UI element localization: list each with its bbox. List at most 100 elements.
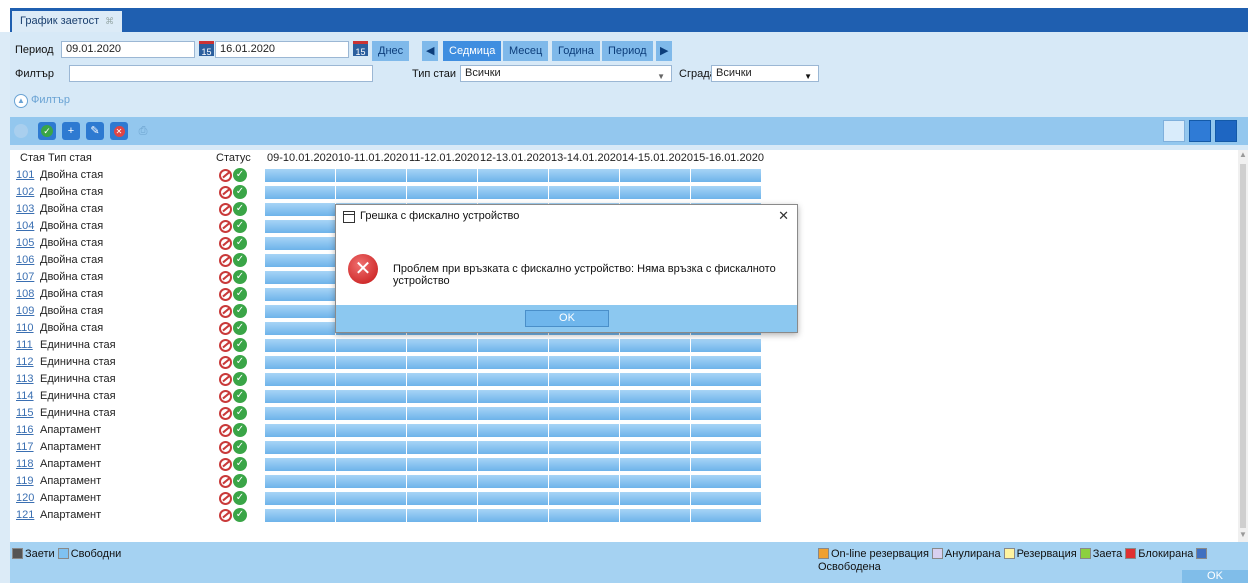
availability-cell[interactable] xyxy=(620,169,691,182)
availability-cell[interactable] xyxy=(407,509,478,522)
table-row[interactable]: 121 Апартамент ✓ xyxy=(10,507,1238,524)
availability-cell[interactable] xyxy=(336,339,407,352)
room-number-link[interactable]: 107 xyxy=(16,269,34,286)
grid-view-icon[interactable] xyxy=(1189,120,1211,142)
availability-cell[interactable] xyxy=(336,424,407,437)
new-button[interactable]: + xyxy=(62,122,80,140)
availability-cell[interactable] xyxy=(407,169,478,182)
table-row[interactable]: 114 Единична стая ✓ xyxy=(10,388,1238,405)
availability-cell[interactable] xyxy=(549,458,620,471)
add-icon[interactable] xyxy=(14,124,28,138)
room-number-link[interactable]: 114 xyxy=(16,388,34,405)
availability-cell[interactable] xyxy=(265,441,336,454)
availability-cell[interactable] xyxy=(691,169,762,182)
delete-button[interactable]: ✕ xyxy=(110,122,128,140)
room-number-link[interactable]: 108 xyxy=(16,286,34,303)
availability-cell[interactable] xyxy=(407,390,478,403)
availability-cell[interactable] xyxy=(549,169,620,182)
scroll-up-icon[interactable]: ▲ xyxy=(1239,150,1247,159)
list-view-icon[interactable] xyxy=(1163,120,1185,142)
table-row[interactable]: 119 Апартамент ✓ xyxy=(10,473,1238,490)
room-number-link[interactable]: 119 xyxy=(16,473,34,490)
availability-cell[interactable] xyxy=(549,373,620,386)
availability-cell[interactable] xyxy=(265,373,336,386)
availability-cell[interactable] xyxy=(265,271,336,284)
room-type-select[interactable]: Всички ▼ xyxy=(460,65,672,82)
room-number-link[interactable]: 112 xyxy=(16,354,34,371)
room-number-link[interactable]: 111 xyxy=(16,337,33,354)
availability-cell[interactable] xyxy=(407,424,478,437)
availability-cell[interactable] xyxy=(478,356,549,369)
availability-cell[interactable] xyxy=(336,492,407,505)
availability-cell[interactable] xyxy=(620,424,691,437)
availability-cell[interactable] xyxy=(691,509,762,522)
availability-cell[interactable] xyxy=(549,390,620,403)
availability-cell[interactable] xyxy=(691,339,762,352)
availability-cell[interactable] xyxy=(265,237,336,250)
year-button[interactable]: Година xyxy=(552,41,600,61)
availability-cell[interactable] xyxy=(478,475,549,488)
building-select[interactable]: Всички ▼ xyxy=(711,65,819,82)
availability-cell[interactable] xyxy=(265,475,336,488)
availability-cell[interactable] xyxy=(265,254,336,267)
availability-cell[interactable] xyxy=(478,339,549,352)
availability-cell[interactable] xyxy=(620,407,691,420)
availability-cell[interactable] xyxy=(265,220,336,233)
availability-cell[interactable] xyxy=(265,288,336,301)
availability-cell[interactable] xyxy=(336,475,407,488)
week-button[interactable]: Седмица xyxy=(443,41,502,61)
availability-cell[interactable] xyxy=(265,203,336,216)
room-number-link[interactable]: 113 xyxy=(16,371,34,388)
bottom-ok-button[interactable]: OK xyxy=(1182,570,1248,583)
availability-cell[interactable] xyxy=(265,339,336,352)
filter-toggle[interactable]: ▲ Филтър xyxy=(14,94,70,108)
availability-cell[interactable] xyxy=(407,356,478,369)
close-icon[interactable]: ✕ xyxy=(778,208,789,224)
room-number-link[interactable]: 103 xyxy=(16,201,34,218)
availability-cell[interactable] xyxy=(407,475,478,488)
availability-cell[interactable] xyxy=(691,475,762,488)
table-row[interactable]: 117 Апартамент ✓ xyxy=(10,439,1238,456)
availability-cell[interactable] xyxy=(691,492,762,505)
table-row[interactable]: 118 Апартамент ✓ xyxy=(10,456,1238,473)
table-row[interactable]: 102 Двойна стая ✓ xyxy=(10,184,1238,201)
table-row[interactable]: 101 Двойна стая ✓ xyxy=(10,167,1238,184)
room-number-link[interactable]: 121 xyxy=(16,507,34,524)
availability-cell[interactable] xyxy=(691,424,762,437)
availability-cell[interactable] xyxy=(336,407,407,420)
date-to-field[interactable]: 16.01.2020 xyxy=(215,41,349,58)
availability-cell[interactable] xyxy=(620,390,691,403)
availability-cell[interactable] xyxy=(265,492,336,505)
print-button[interactable]: ⎙ xyxy=(134,122,152,140)
date-from-field[interactable]: 09.01.2020 xyxy=(61,41,195,58)
availability-cell[interactable] xyxy=(691,458,762,471)
room-number-link[interactable]: 105 xyxy=(16,235,34,252)
availability-cell[interactable] xyxy=(407,407,478,420)
next-button[interactable]: ▶ xyxy=(656,41,673,61)
vertical-scrollbar[interactable]: ▲ ▼ xyxy=(1238,150,1248,542)
availability-cell[interactable] xyxy=(336,441,407,454)
availability-cell[interactable] xyxy=(549,475,620,488)
availability-cell[interactable] xyxy=(336,186,407,199)
availability-cell[interactable] xyxy=(336,458,407,471)
prev-button[interactable]: ◀ xyxy=(422,41,439,61)
availability-cell[interactable] xyxy=(691,407,762,420)
tab-close-icon[interactable]: ⌘ xyxy=(105,16,114,26)
availability-cell[interactable] xyxy=(478,186,549,199)
room-number-link[interactable]: 120 xyxy=(16,490,34,507)
availability-cell[interactable] xyxy=(336,373,407,386)
availability-cell[interactable] xyxy=(478,424,549,437)
availability-cell[interactable] xyxy=(549,441,620,454)
period-button[interactable]: Период xyxy=(602,41,653,61)
availability-cell[interactable] xyxy=(549,424,620,437)
availability-cell[interactable] xyxy=(336,509,407,522)
table-row[interactable]: 113 Единична стая ✓ xyxy=(10,371,1238,388)
availability-cell[interactable] xyxy=(478,458,549,471)
availability-cell[interactable] xyxy=(478,390,549,403)
availability-cell[interactable] xyxy=(265,509,336,522)
room-number-link[interactable]: 104 xyxy=(16,218,34,235)
availability-cell[interactable] xyxy=(620,458,691,471)
availability-cell[interactable] xyxy=(407,339,478,352)
availability-cell[interactable] xyxy=(691,186,762,199)
availability-cell[interactable] xyxy=(478,441,549,454)
